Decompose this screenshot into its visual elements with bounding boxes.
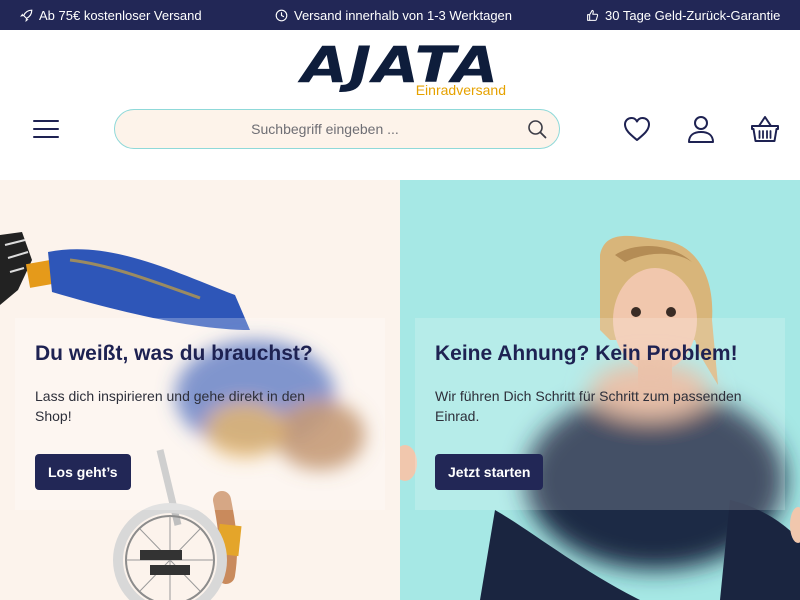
basket-icon[interactable]: [750, 114, 780, 144]
hero-right-title: Keine Ahnung? Kein Problem!: [435, 342, 738, 365]
hero-left-cta-button[interactable]: Los geht’s: [35, 454, 131, 490]
hero-card-left: Du weißt, was du brauchst? Lass dich ins…: [15, 318, 385, 510]
logo[interactable]: AJATA Einradversand: [293, 36, 508, 102]
hero-panel-left: Du weißt, was du brauchst? Lass dich ins…: [0, 180, 400, 600]
hero-right-text: Wir führen Dich Schritt für Schritt zum …: [435, 388, 742, 424]
search-bar: [114, 109, 560, 149]
clock-icon: [275, 9, 288, 21]
top-info-bar: Ab 75€ kostenloser Versand Versand inner…: [0, 0, 800, 30]
user-icon[interactable]: [686, 114, 716, 144]
hero-panel-right: Keine Ahnung? Kein Problem! Wir führen D…: [400, 180, 800, 600]
thumbs-up-icon: [587, 9, 599, 21]
usp-free-shipping: Ab 75€ kostenloser Versand: [20, 0, 202, 30]
search-icon[interactable]: [527, 119, 547, 139]
usp-money-back-text: 30 Tage Geld-Zurück-Garantie: [605, 7, 781, 23]
usp-delivery-time-text: Versand innerhalb von 1-3 Werktagen: [294, 7, 513, 23]
usp-free-shipping-text: Ab 75€ kostenloser Versand: [39, 7, 202, 23]
hamburger-menu-icon[interactable]: [33, 117, 61, 141]
usp-money-back: 30 Tage Geld-Zurück-Garantie: [586, 0, 780, 30]
heart-icon[interactable]: [622, 114, 652, 144]
hero-right-cta-button[interactable]: Jetzt starten: [435, 454, 544, 490]
hero-left-title: Du weißt, was du brauchst?: [35, 342, 313, 365]
hero-card-right: Keine Ahnung? Kein Problem! Wir führen D…: [415, 318, 785, 510]
hero-left-text: Lass dich inspirieren und gehe direkt in…: [35, 388, 306, 424]
rocket-icon: [20, 9, 33, 22]
search-input[interactable]: [135, 110, 515, 148]
logo-subtitle: Einradversand: [415, 82, 506, 98]
usp-delivery-time: Versand innerhalb von 1-3 Werktagen: [275, 0, 512, 30]
header: AJATA Einradversand: [0, 30, 800, 180]
